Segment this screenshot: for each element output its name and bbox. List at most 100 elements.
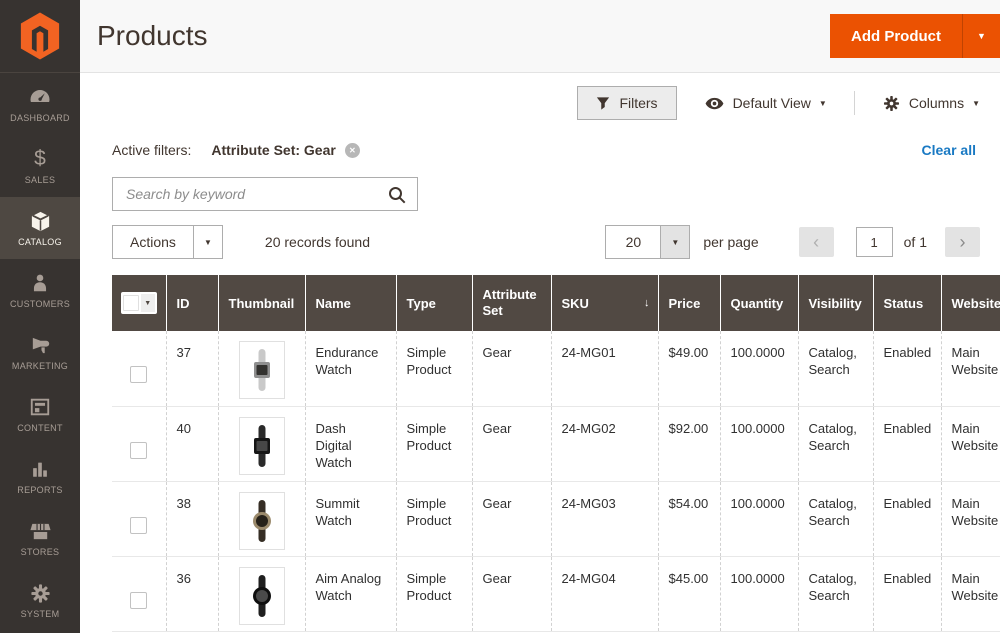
sidebar-item-marketing[interactable]: MARKETING bbox=[0, 321, 80, 383]
column-header-status[interactable]: Status bbox=[873, 275, 941, 331]
table-row[interactable]: 36 Aim Analog Watch Simple Pr bbox=[112, 556, 1000, 631]
column-header-attribute-set[interactable]: Attribute Set bbox=[472, 275, 551, 331]
sidebar-item-reports[interactable]: REPORTS bbox=[0, 445, 80, 507]
default-view-label: Default View bbox=[733, 95, 811, 111]
actions-select[interactable]: Actions ▼ bbox=[112, 225, 223, 259]
search-input[interactable] bbox=[113, 178, 417, 210]
table-row[interactable]: 40 Dash Digital Watch Simple bbox=[112, 406, 1000, 481]
per-page-caret[interactable]: ▼ bbox=[660, 226, 689, 258]
table-row[interactable]: 38 Summit Watch Simple Produc bbox=[112, 481, 1000, 556]
sort-arrow-icon: ↓ bbox=[644, 297, 650, 309]
per-page-label: per page bbox=[703, 234, 758, 250]
cell-sku: 24-MG03 bbox=[551, 481, 658, 556]
table-header-row: ▼ ID Thumbnail Name Type Attribute Set S… bbox=[112, 275, 1000, 331]
grid-controls-row: Actions ▼ 20 records found 20 ▼ per page… bbox=[112, 225, 1000, 259]
sidebar-item-catalog[interactable]: CATALOG bbox=[0, 197, 80, 259]
sidebar-item-content[interactable]: CONTENT bbox=[0, 383, 80, 445]
sidebar-item-stores[interactable]: STORES bbox=[0, 507, 80, 569]
eye-icon bbox=[704, 93, 725, 114]
watch-image bbox=[247, 499, 277, 543]
filter-chip: Attribute Set: Gear ✕ bbox=[211, 142, 359, 158]
filters-button[interactable]: Filters bbox=[577, 86, 676, 120]
cell-id: 36 bbox=[166, 556, 218, 631]
column-header-type[interactable]: Type bbox=[396, 275, 472, 331]
dashboard-icon bbox=[28, 85, 52, 109]
search-icon[interactable] bbox=[387, 185, 407, 210]
product-thumbnail[interactable] bbox=[239, 417, 285, 475]
filters-label: Filters bbox=[619, 95, 657, 111]
select-all-header[interactable]: ▼ bbox=[112, 275, 166, 331]
cell-status: Enabled bbox=[873, 406, 941, 481]
cell-websites: Main Website bbox=[941, 556, 1000, 631]
column-header-thumbnail[interactable]: Thumbnail bbox=[218, 275, 305, 331]
chevron-down-icon: ▼ bbox=[819, 99, 827, 108]
previous-page-button[interactable]: ‹ bbox=[799, 227, 834, 257]
grid-toolbar: Filters Default View ▼ Columns ▼ bbox=[112, 85, 1000, 121]
sidebar-item-label: DASHBOARD bbox=[10, 113, 70, 123]
sidebar-item-customers[interactable]: CUSTOMERS bbox=[0, 259, 80, 321]
actions-caret[interactable]: ▼ bbox=[193, 226, 222, 258]
column-header-quantity[interactable]: Quantity bbox=[720, 275, 798, 331]
column-header-visibility[interactable]: Visibility bbox=[798, 275, 873, 331]
sidebar-item-system[interactable]: SYSTEM bbox=[0, 569, 80, 631]
chevron-left-icon: ‹ bbox=[813, 233, 819, 251]
sidebar-item-label: CATALOG bbox=[18, 237, 62, 247]
filter-chip-text: Attribute Set: Gear bbox=[211, 142, 335, 158]
magento-logo-icon bbox=[17, 11, 63, 61]
column-header-sku[interactable]: SKU ↓ bbox=[551, 275, 658, 331]
column-header-websites[interactable]: Websites bbox=[941, 275, 1000, 331]
columns-label: Columns bbox=[909, 95, 964, 111]
select-all-dropdown[interactable]: ▼ bbox=[141, 294, 155, 312]
cell-sku: 24-MG02 bbox=[551, 406, 658, 481]
cell-attribute-set: Gear bbox=[472, 481, 551, 556]
filter-funnel-icon bbox=[596, 96, 610, 111]
columns-dropdown[interactable]: Columns ▼ bbox=[882, 94, 980, 113]
row-checkbox[interactable] bbox=[130, 442, 147, 459]
column-header-price[interactable]: Price bbox=[658, 275, 720, 331]
product-thumbnail[interactable] bbox=[239, 567, 285, 625]
actions-label: Actions bbox=[113, 226, 193, 258]
default-view-dropdown[interactable]: Default View ▼ bbox=[704, 93, 827, 114]
cell-attribute-set: Gear bbox=[472, 406, 551, 481]
sidebar-item-label: SYSTEM bbox=[21, 609, 60, 619]
sidebar-item-dashboard[interactable]: DASHBOARD bbox=[0, 73, 80, 135]
cell-name: Endurance Watch bbox=[305, 331, 396, 406]
cell-visibility: Catalog, Search bbox=[798, 331, 873, 406]
cell-price: $54.00 bbox=[658, 481, 720, 556]
cell-attribute-set: Gear bbox=[472, 331, 551, 406]
search-row bbox=[112, 177, 1000, 211]
magento-logo[interactable] bbox=[0, 0, 80, 73]
cell-type: Simple Product bbox=[396, 556, 472, 631]
customers-icon bbox=[29, 271, 51, 295]
select-all-checkbox[interactable] bbox=[123, 295, 139, 311]
sidebar-item-label: CONTENT bbox=[17, 423, 63, 433]
next-page-button[interactable]: › bbox=[945, 227, 980, 257]
cell-status: Enabled bbox=[873, 556, 941, 631]
toolbar-divider bbox=[854, 91, 855, 115]
clear-all-link[interactable]: Clear all bbox=[922, 142, 976, 158]
remove-filter-button[interactable]: ✕ bbox=[345, 143, 360, 158]
cell-type: Simple Product bbox=[396, 406, 472, 481]
cell-visibility: Catalog, Search bbox=[798, 556, 873, 631]
close-icon: ✕ bbox=[349, 146, 356, 155]
page-number-input[interactable] bbox=[856, 227, 893, 257]
per-page-select[interactable]: 20 ▼ bbox=[605, 225, 690, 259]
column-header-id[interactable]: ID bbox=[166, 275, 218, 331]
column-header-name[interactable]: Name bbox=[305, 275, 396, 331]
active-filters-row: Active filters: Attribute Set: Gear ✕ Cl… bbox=[112, 136, 1000, 164]
row-checkbox[interactable] bbox=[130, 517, 147, 534]
table-row[interactable]: 37 Endurance Watch Simple Pro bbox=[112, 331, 1000, 406]
active-filters-label: Active filters: bbox=[112, 142, 191, 158]
row-checkbox[interactable] bbox=[130, 366, 147, 383]
gear-icon bbox=[882, 94, 901, 113]
sidebar-item-sales[interactable]: $ SALES bbox=[0, 135, 80, 197]
cell-websites: Main Website bbox=[941, 406, 1000, 481]
reports-icon bbox=[29, 457, 51, 481]
row-checkbox[interactable] bbox=[130, 592, 147, 609]
product-thumbnail[interactable] bbox=[239, 492, 285, 550]
product-thumbnail[interactable] bbox=[239, 341, 285, 399]
add-product-dropdown-toggle[interactable]: ▼ bbox=[962, 14, 1000, 58]
sidebar-item-label: MARKETING bbox=[12, 361, 68, 371]
add-product-button[interactable]: Add Product ▼ bbox=[830, 14, 1000, 58]
chevron-right-icon: › bbox=[960, 233, 966, 251]
